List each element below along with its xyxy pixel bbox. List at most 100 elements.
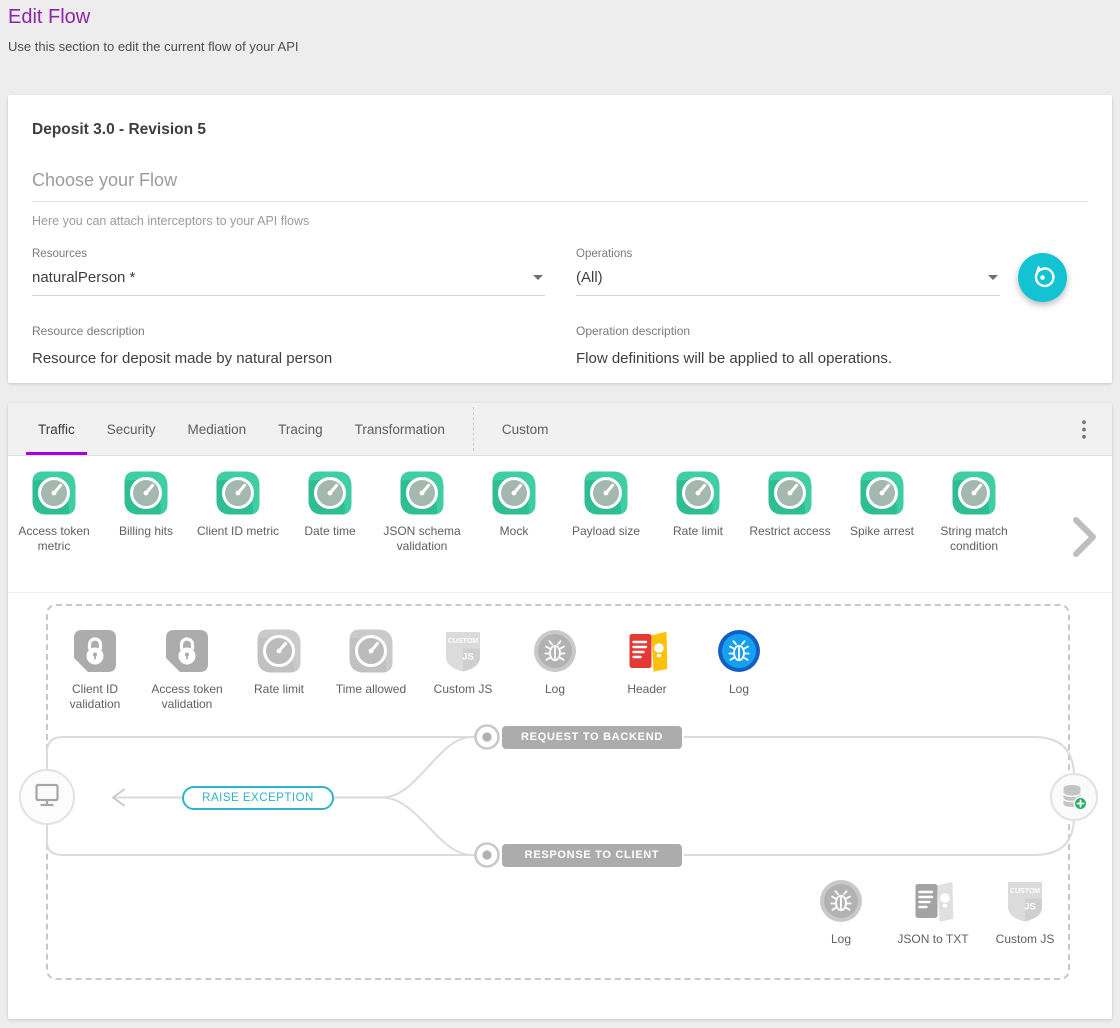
log-gray-icon: [819, 879, 863, 923]
operation-description-label: Operation description: [576, 324, 690, 338]
tab-traffic[interactable]: Traffic: [22, 403, 91, 455]
tab-transformation[interactable]: Transformation: [339, 403, 461, 455]
palette-item-mock[interactable]: Mock: [468, 471, 560, 554]
interceptor-label: Client ID validation: [49, 682, 141, 712]
palette-item-date-time[interactable]: Date time: [284, 471, 376, 554]
page-title: Edit Flow: [8, 6, 1112, 29]
request-connector-dot: [476, 726, 499, 749]
interceptor-label: Rate limit: [673, 524, 723, 539]
flow-interceptor-client-id-validation[interactable]: Client ID validation: [49, 629, 141, 712]
flow-interceptor-log[interactable]: Log: [509, 629, 601, 712]
interceptor-label: Access token validation: [141, 682, 233, 712]
palette-item-restrict-access[interactable]: Restrict access: [744, 471, 836, 554]
gauge-teal-icon: [768, 471, 812, 515]
interceptor-label: Custom JS: [996, 932, 1055, 947]
gauge-gray-icon: [349, 629, 393, 673]
tab-label: Security: [107, 422, 156, 437]
interceptor-label: Restrict access: [749, 524, 830, 539]
gauge-teal-icon: [952, 471, 996, 515]
tab-label: Tracing: [278, 422, 323, 437]
caret-down-icon: [988, 275, 998, 280]
flow-interceptor-log[interactable]: Log: [693, 629, 785, 712]
gauge-teal-icon: [308, 471, 352, 515]
interceptor-label: JSON to TXT: [897, 932, 968, 947]
operation-description: Operation description Flow definitions w…: [576, 322, 1000, 367]
more-options-button[interactable]: [1072, 403, 1112, 455]
interceptor-label: Time allowed: [336, 682, 406, 697]
tab-tracing[interactable]: Tracing: [262, 403, 339, 455]
response-interceptors-row: Log JSON to TXT Custom JS: [795, 879, 1071, 947]
kebab-menu-icon: [1082, 420, 1086, 439]
chevron-right-icon: [1071, 516, 1098, 558]
palette-scroll-right-button[interactable]: [1071, 516, 1098, 561]
resources-select[interactable]: Resources naturalPerson *: [32, 248, 545, 296]
refresh-flow-button[interactable]: [1018, 253, 1067, 302]
api-revision-heading: Deposit 3.0 - Revision 5: [32, 121, 1088, 139]
flow-interceptor-json-to-txt[interactable]: JSON to TXT: [887, 879, 979, 947]
log-gray-icon: [533, 629, 577, 673]
operation-description-value: Flow definitions will be applied to all …: [576, 350, 1000, 367]
header-icon: [625, 629, 669, 673]
response-connector-dot: [476, 844, 499, 867]
interceptor-label: Log: [545, 682, 565, 697]
resource-description-label: Resource description: [32, 324, 145, 338]
interceptor-label: Rate limit: [254, 682, 304, 697]
palette-item-string-match-condition[interactable]: String match condition: [928, 471, 1020, 554]
json-to-txt-icon: [911, 879, 955, 923]
interceptor-label: Log: [831, 932, 851, 947]
page-subtitle: Use this section to edit the current flo…: [8, 39, 1112, 54]
palette-item-json-schema-validation[interactable]: JSON schema validation: [376, 471, 468, 554]
lock-icon: [73, 629, 117, 673]
palette-item-access-token-metric[interactable]: Access token metric: [8, 471, 100, 554]
interceptor-palette: Access token metric Billing hits Client …: [8, 456, 1112, 593]
interceptor-label: Client ID metric: [197, 524, 279, 539]
raise-exception-label: RAISE EXCEPTION: [182, 786, 334, 810]
choose-flow-subtitle: Here you can attach interceptors to your…: [32, 214, 1088, 228]
choose-flow-title: Choose your Flow: [32, 170, 1088, 191]
resources-label: Resources: [32, 248, 545, 260]
flow-selector-card: Deposit 3.0 - Revision 5 Choose your Flo…: [8, 95, 1112, 383]
resource-description-value: Resource for deposit made by natural per…: [32, 350, 545, 367]
interceptor-label: Payload size: [572, 524, 640, 539]
tab-custom[interactable]: Custom: [486, 403, 565, 455]
gauge-gray-icon: [257, 629, 301, 673]
resource-description: Resource description Resource for deposi…: [32, 322, 545, 367]
flow-interceptor-custom-js[interactable]: Custom JS: [417, 629, 509, 712]
flow-interceptor-header[interactable]: Header: [601, 629, 693, 712]
caret-down-icon: [533, 275, 543, 280]
tab-label: Traffic: [38, 422, 75, 437]
flow-interceptor-rate-limit[interactable]: Rate limit: [233, 629, 325, 712]
operations-select[interactable]: Operations (All): [576, 248, 1000, 296]
tab-mediation[interactable]: Mediation: [172, 403, 263, 455]
operations-label: Operations: [576, 248, 1000, 260]
tab-label: Custom: [502, 422, 549, 437]
flow-editor-card: Traffic Security Mediation Tracing Trans…: [8, 403, 1112, 1019]
log-blue-icon: [717, 629, 761, 673]
lock-icon: [165, 629, 209, 673]
choose-flow-section-head: Choose your Flow: [32, 170, 1088, 202]
backend-database-add-icon: [1051, 774, 1097, 820]
palette-item-rate-limit[interactable]: Rate limit: [652, 471, 744, 554]
palette-item-client-id-metric[interactable]: Client ID metric: [192, 471, 284, 554]
tab-group-divider: [473, 407, 474, 451]
flow-interceptor-custom-js[interactable]: Custom JS: [979, 879, 1071, 947]
gauge-teal-icon: [32, 471, 76, 515]
request-interceptors-row: Client ID validation Access token valida…: [49, 629, 785, 712]
palette-item-billing-hits[interactable]: Billing hits: [100, 471, 192, 554]
gauge-teal-icon: [676, 471, 720, 515]
response-to-client-label: RESPONSE TO CLIENT: [502, 844, 682, 867]
tab-security[interactable]: Security: [91, 403, 172, 455]
palette-item-payload-size[interactable]: Payload size: [560, 471, 652, 554]
tab-label: Mediation: [188, 422, 247, 437]
interceptor-label: Mock: [500, 524, 529, 539]
interceptor-category-tabs: Traffic Security Mediation Tracing Trans…: [8, 403, 1112, 456]
client-monitor-icon: [20, 770, 74, 824]
flow-interceptor-access-token-validation[interactable]: Access token validation: [141, 629, 233, 712]
interceptor-label: Date time: [304, 524, 355, 539]
interceptor-label: Custom JS: [434, 682, 493, 697]
palette-item-spike-arrest[interactable]: Spike arrest: [836, 471, 928, 554]
interceptor-label: Spike arrest: [850, 524, 914, 539]
flow-interceptor-time-allowed[interactable]: Time allowed: [325, 629, 417, 712]
flow-interceptor-log[interactable]: Log: [795, 879, 887, 947]
descriptions-row: Resource description Resource for deposi…: [32, 322, 1088, 367]
